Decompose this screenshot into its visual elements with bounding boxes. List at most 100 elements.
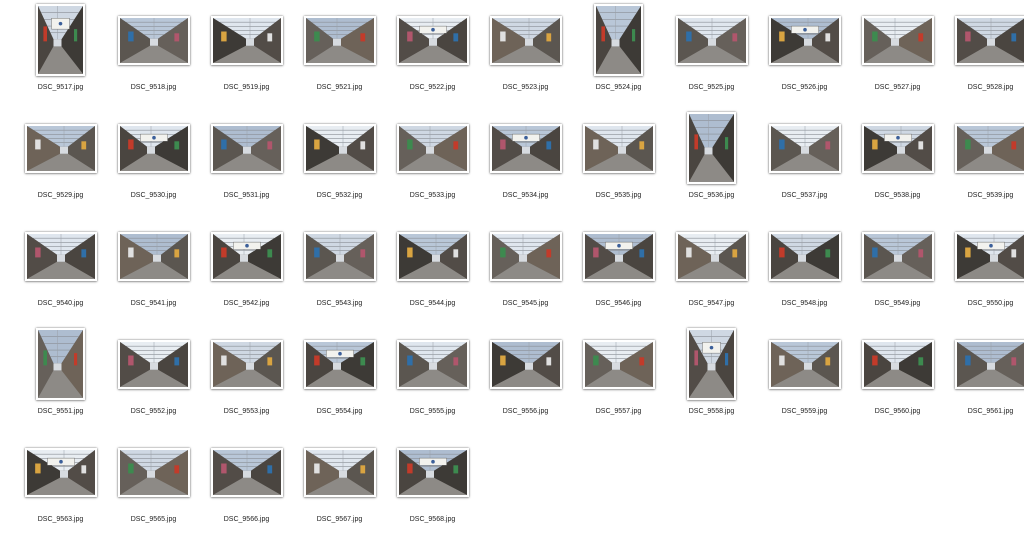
file-name-label[interactable]: DSC_9553.jpg xyxy=(194,408,299,415)
image-thumbnail[interactable] xyxy=(955,16,1024,65)
file-item[interactable]: DSC_9552.jpg xyxy=(107,324,200,432)
file-name-label[interactable]: DSC_9566.jpg xyxy=(194,516,299,523)
file-item[interactable]: DSC_9531.jpg xyxy=(200,108,293,216)
image-thumbnail[interactable] xyxy=(118,16,190,65)
thumbnail-frame[interactable] xyxy=(758,0,851,80)
thumbnail-frame[interactable] xyxy=(572,324,665,404)
image-thumbnail[interactable] xyxy=(211,16,283,65)
file-name-label[interactable]: DSC_9556.jpg xyxy=(473,408,578,415)
file-name-label[interactable]: DSC_9557.jpg xyxy=(566,408,671,415)
file-item[interactable]: DSC_9550.jpg xyxy=(944,216,1024,324)
thumbnail-frame[interactable] xyxy=(944,324,1024,404)
file-name-label[interactable]: DSC_9524.jpg xyxy=(566,84,671,91)
file-name-label[interactable]: DSC_9547.jpg xyxy=(659,300,764,307)
thumbnail-frame[interactable] xyxy=(386,216,479,296)
file-item[interactable]: DSC_9522.jpg xyxy=(386,0,479,108)
image-thumbnail[interactable] xyxy=(397,340,469,389)
thumbnail-frame[interactable] xyxy=(107,432,200,512)
file-item[interactable]: DSC_9565.jpg xyxy=(107,432,200,540)
file-name-label[interactable]: DSC_9528.jpg xyxy=(938,84,1024,91)
thumbnail-frame[interactable] xyxy=(851,216,944,296)
file-item[interactable]: DSC_9555.jpg xyxy=(386,324,479,432)
image-thumbnail[interactable] xyxy=(594,4,643,76)
file-name-label[interactable]: DSC_9541.jpg xyxy=(101,300,206,307)
thumbnail-frame[interactable] xyxy=(479,0,572,80)
thumbnail-frame[interactable] xyxy=(293,0,386,80)
image-thumbnail[interactable] xyxy=(304,124,376,173)
file-item[interactable]: DSC_9535.jpg xyxy=(572,108,665,216)
file-name-label[interactable]: DSC_9549.jpg xyxy=(845,300,950,307)
thumbnail-frame[interactable] xyxy=(200,432,293,512)
file-name-label[interactable]: DSC_9559.jpg xyxy=(752,408,857,415)
file-name-label[interactable]: DSC_9542.jpg xyxy=(194,300,299,307)
image-thumbnail[interactable] xyxy=(25,448,97,497)
file-item[interactable]: DSC_9523.jpg xyxy=(479,0,572,108)
file-name-label[interactable]: DSC_9565.jpg xyxy=(101,516,206,523)
thumbnail-frame[interactable] xyxy=(14,432,107,512)
file-name-label[interactable]: DSC_9522.jpg xyxy=(380,84,485,91)
file-item[interactable]: DSC_9547.jpg xyxy=(665,216,758,324)
thumbnail-frame[interactable] xyxy=(293,108,386,188)
file-name-label[interactable]: DSC_9518.jpg xyxy=(101,84,206,91)
file-item[interactable]: DSC_9529.jpg xyxy=(14,108,107,216)
file-item[interactable]: DSC_9566.jpg xyxy=(200,432,293,540)
file-name-label[interactable]: DSC_9560.jpg xyxy=(845,408,950,415)
file-item[interactable]: DSC_9540.jpg xyxy=(14,216,107,324)
image-thumbnail[interactable] xyxy=(862,340,934,389)
thumbnail-frame[interactable] xyxy=(107,324,200,404)
image-thumbnail[interactable] xyxy=(211,124,283,173)
thumbnail-frame[interactable] xyxy=(572,0,665,80)
thumbnail-frame[interactable] xyxy=(758,216,851,296)
file-item[interactable]: DSC_9521.jpg xyxy=(293,0,386,108)
file-item[interactable]: DSC_9544.jpg xyxy=(386,216,479,324)
thumbnail-frame[interactable] xyxy=(665,216,758,296)
image-thumbnail[interactable] xyxy=(769,232,841,281)
file-item[interactable]: DSC_9548.jpg xyxy=(758,216,851,324)
thumbnail-frame[interactable] xyxy=(572,108,665,188)
thumbnail-frame[interactable] xyxy=(944,108,1024,188)
file-name-label[interactable]: DSC_9534.jpg xyxy=(473,192,578,199)
thumbnail-frame[interactable] xyxy=(386,0,479,80)
file-item[interactable]: DSC_9527.jpg xyxy=(851,0,944,108)
image-thumbnail[interactable] xyxy=(583,340,655,389)
file-item[interactable]: DSC_9542.jpg xyxy=(200,216,293,324)
file-name-label[interactable]: DSC_9540.jpg xyxy=(8,300,113,307)
file-name-label[interactable]: DSC_9546.jpg xyxy=(566,300,671,307)
file-name-label[interactable]: DSC_9563.jpg xyxy=(8,516,113,523)
thumbnail-frame[interactable] xyxy=(386,324,479,404)
thumbnail-frame[interactable] xyxy=(293,324,386,404)
file-name-label[interactable]: DSC_9517.jpg xyxy=(8,84,113,91)
image-thumbnail[interactable] xyxy=(25,232,97,281)
file-item[interactable]: DSC_9524.jpg xyxy=(572,0,665,108)
thumbnail-frame[interactable] xyxy=(572,216,665,296)
image-thumbnail[interactable] xyxy=(490,340,562,389)
image-thumbnail[interactable] xyxy=(676,232,748,281)
thumbnail-frame[interactable] xyxy=(14,216,107,296)
thumbnail-frame[interactable] xyxy=(758,324,851,404)
image-thumbnail[interactable] xyxy=(304,448,376,497)
image-thumbnail[interactable] xyxy=(769,124,841,173)
image-thumbnail[interactable] xyxy=(397,232,469,281)
file-name-label[interactable]: DSC_9519.jpg xyxy=(194,84,299,91)
thumbnail-frame[interactable] xyxy=(200,216,293,296)
thumbnail-frame[interactable] xyxy=(293,432,386,512)
file-name-label[interactable]: DSC_9533.jpg xyxy=(380,192,485,199)
image-thumbnail[interactable] xyxy=(36,4,85,76)
thumbnail-frame[interactable] xyxy=(479,108,572,188)
file-name-label[interactable]: DSC_9527.jpg xyxy=(845,84,950,91)
file-name-label[interactable]: DSC_9538.jpg xyxy=(845,192,950,199)
file-item[interactable]: DSC_9541.jpg xyxy=(107,216,200,324)
thumbnail-frame[interactable] xyxy=(665,108,758,188)
file-item[interactable]: DSC_9554.jpg xyxy=(293,324,386,432)
thumbnail-frame[interactable] xyxy=(14,0,107,80)
image-thumbnail[interactable] xyxy=(583,232,655,281)
file-name-label[interactable]: DSC_9548.jpg xyxy=(752,300,857,307)
file-name-label[interactable]: DSC_9537.jpg xyxy=(752,192,857,199)
file-item[interactable]: DSC_9557.jpg xyxy=(572,324,665,432)
image-thumbnail[interactable] xyxy=(118,232,190,281)
file-item[interactable]: DSC_9551.jpg xyxy=(14,324,107,432)
file-item[interactable]: DSC_9532.jpg xyxy=(293,108,386,216)
file-name-label[interactable]: DSC_9530.jpg xyxy=(101,192,206,199)
file-name-label[interactable]: DSC_9544.jpg xyxy=(380,300,485,307)
thumbnail-frame[interactable] xyxy=(665,0,758,80)
